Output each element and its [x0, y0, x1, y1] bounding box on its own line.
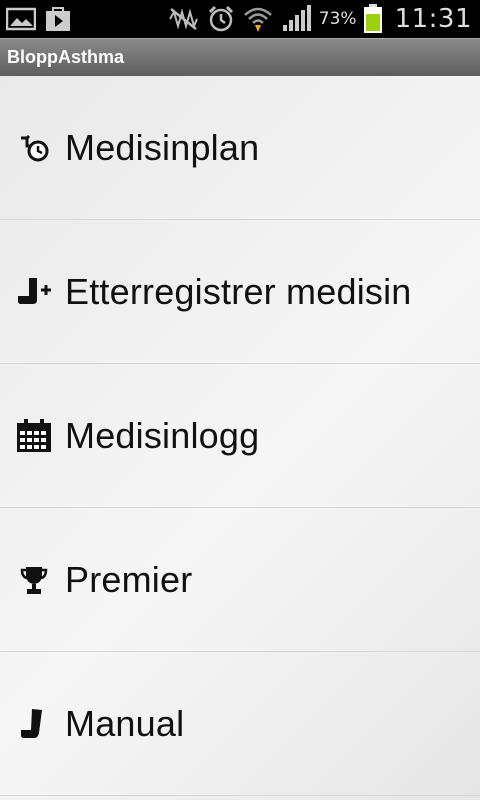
- status-bar: 73% 11:31: [0, 0, 480, 38]
- menu-label: Medisinlogg: [65, 414, 260, 456]
- main-menu: Medisinplan Etterregistrer medisin Medis…: [0, 76, 480, 800]
- battery-icon: [363, 4, 383, 34]
- inhaler-icon: [8, 704, 60, 744]
- trophy-icon: [8, 560, 60, 600]
- menu-item-manual[interactable]: Manual: [0, 652, 480, 796]
- mute-icon: [167, 7, 199, 31]
- gallery-icon: [6, 7, 36, 31]
- alarm-icon: [207, 5, 235, 33]
- menu-item-medisinlogg[interactable]: Medisinlogg: [0, 364, 480, 508]
- clock: 11:31: [394, 4, 472, 34]
- wifi-icon: [243, 5, 273, 33]
- calendar-icon: [8, 416, 60, 456]
- menu-item-premier[interactable]: Premier: [0, 508, 480, 652]
- inhaler-plus-icon: [8, 272, 60, 312]
- menu-item-etterregistrer-medisin[interactable]: Etterregistrer medisin: [0, 220, 480, 364]
- menu-label: Premier: [65, 558, 193, 600]
- menu-label: Etterregistrer medisin: [65, 270, 412, 312]
- signal-icon: [281, 5, 311, 33]
- menu-label: Manual: [65, 702, 185, 744]
- play-store-icon: [44, 6, 72, 32]
- app-title-bar: BloppAsthma: [0, 38, 480, 76]
- inhaler-clock-icon: [8, 128, 60, 168]
- menu-item-medisinplan[interactable]: Medisinplan: [0, 76, 480, 220]
- app-title: BloppAsthma: [7, 47, 124, 67]
- battery-percent: 73%: [318, 9, 357, 29]
- menu-label: Medisinplan: [65, 126, 260, 168]
